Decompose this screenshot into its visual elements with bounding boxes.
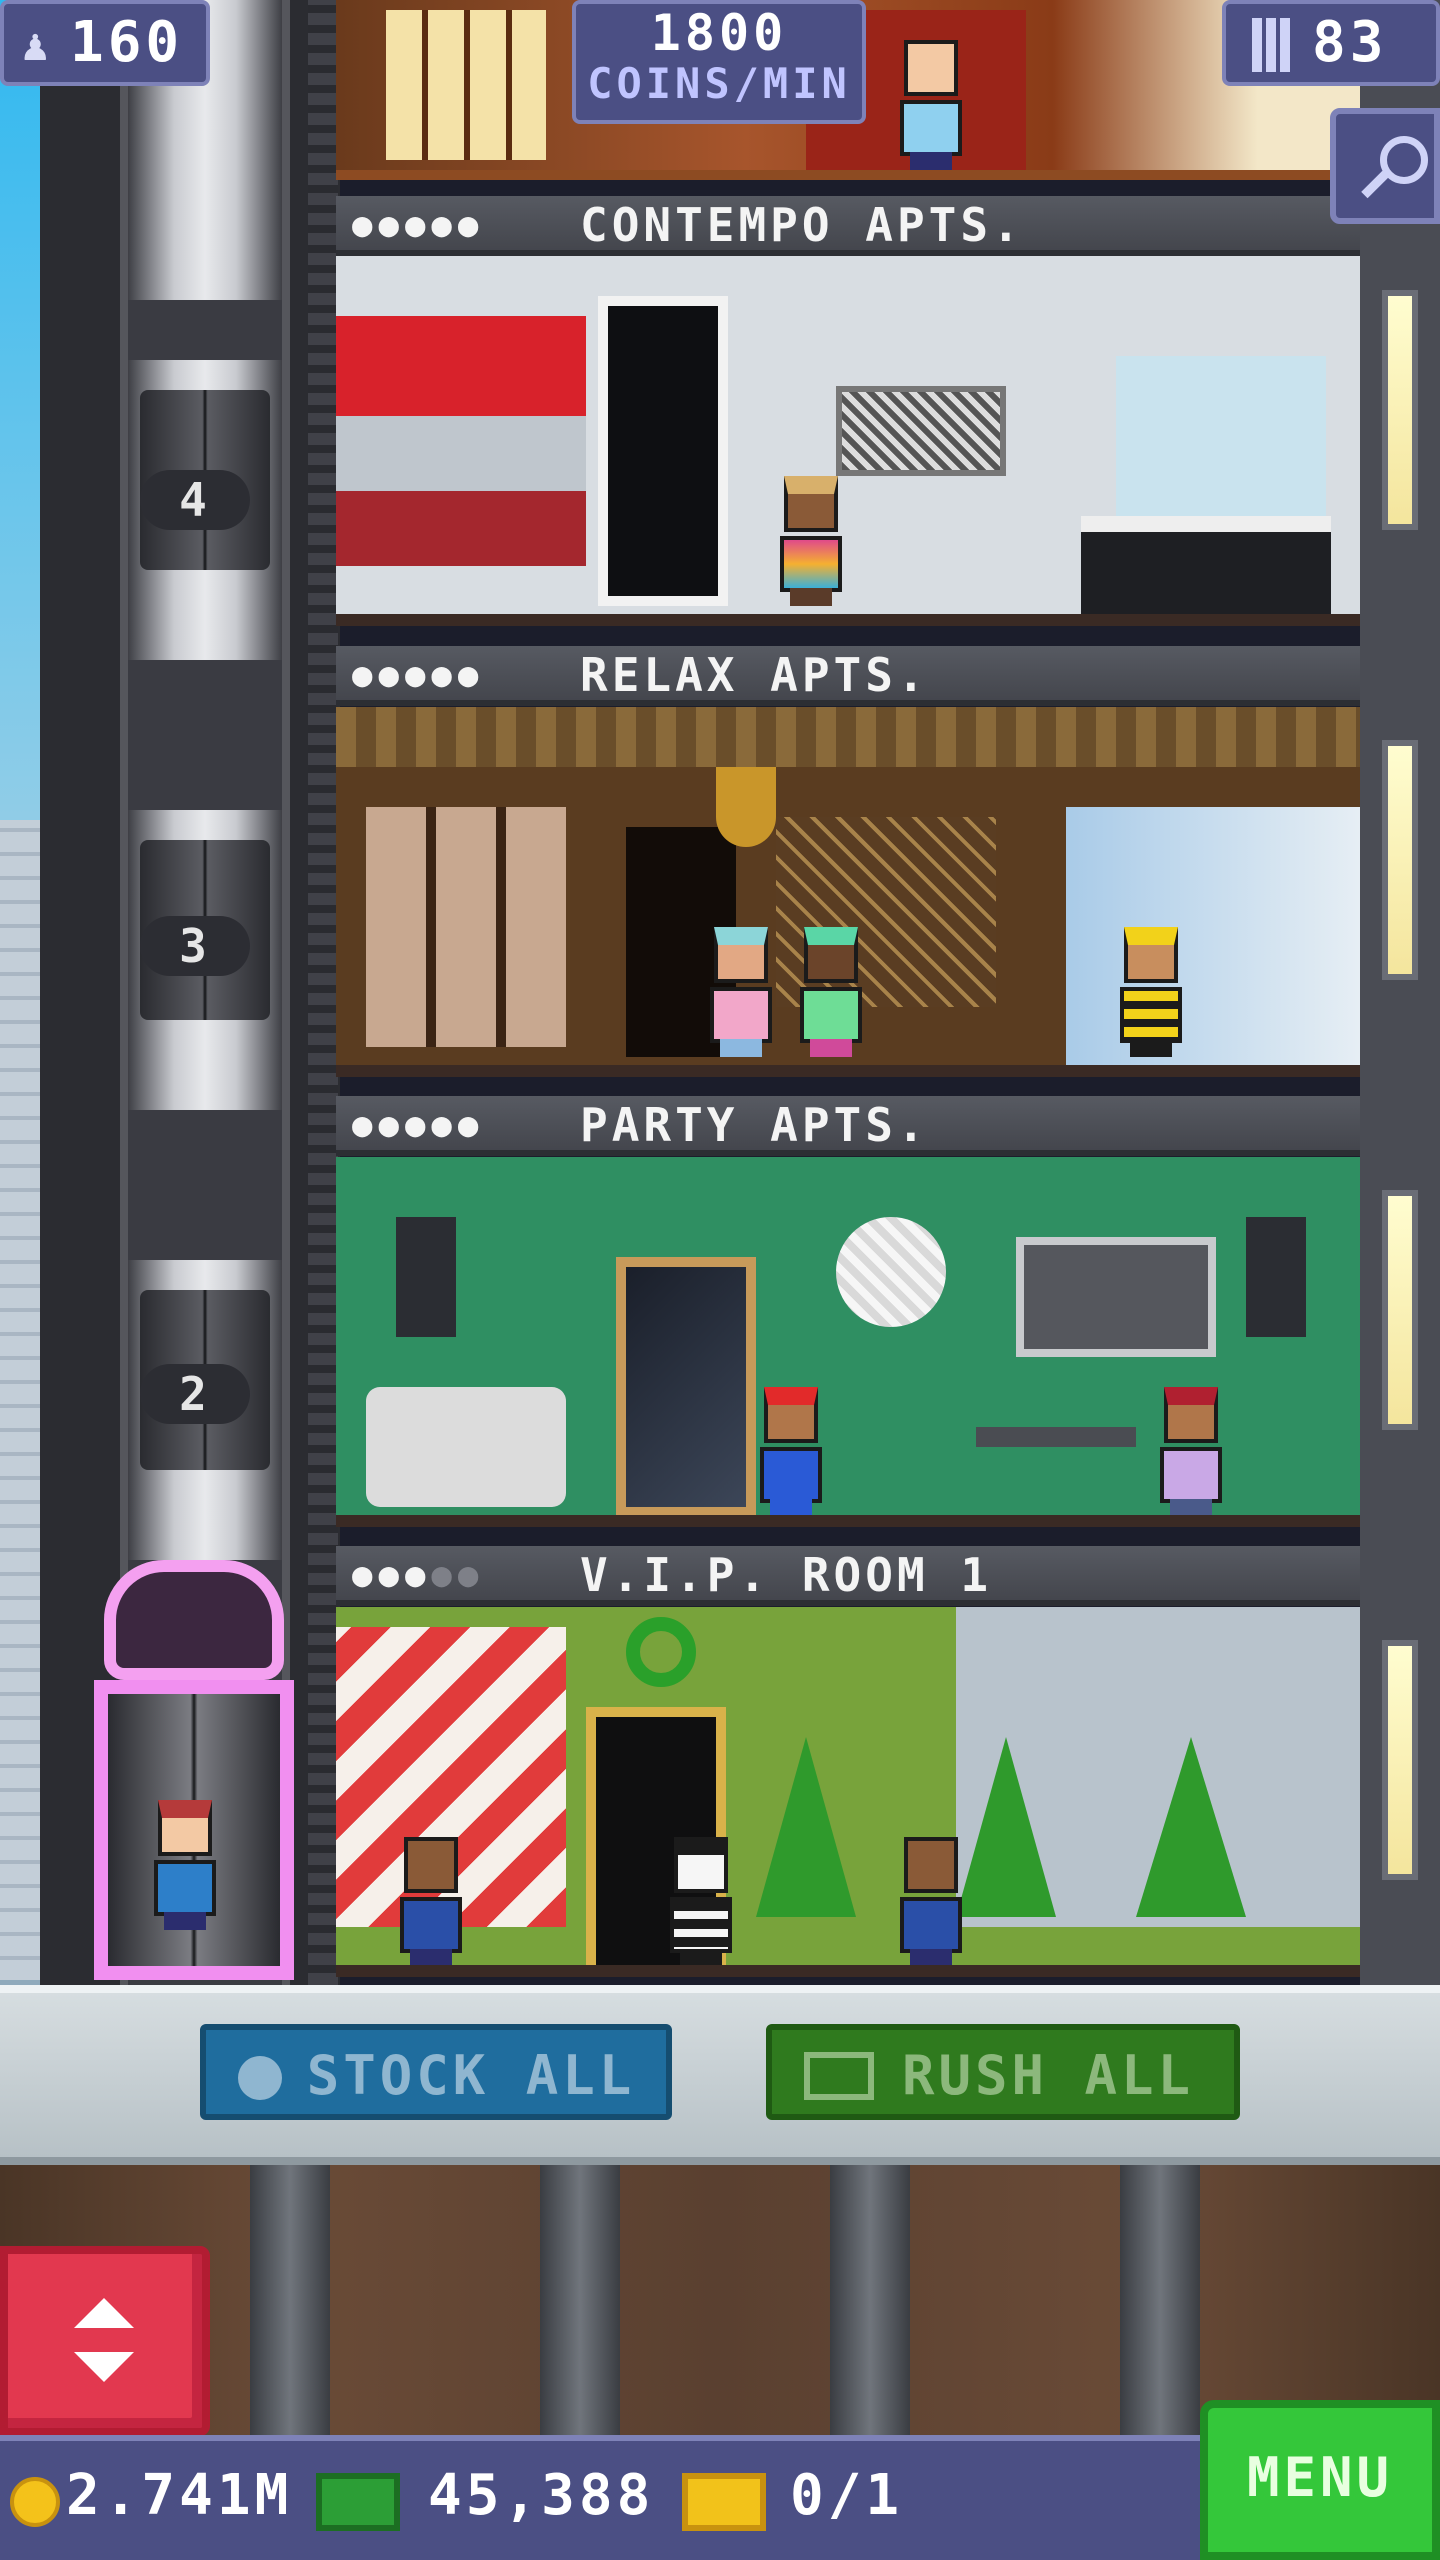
floor-counter[interactable]: 83: [1222, 0, 1440, 86]
person-icon: ♟: [22, 20, 53, 71]
vip-elevator-car[interactable]: [94, 1560, 294, 1980]
resident[interactable]: [776, 476, 846, 606]
building-icon: [1252, 18, 1294, 72]
resident[interactable]: [1156, 1387, 1226, 1515]
golden-ticket-icon: [682, 2473, 766, 2531]
resident[interactable]: [796, 927, 866, 1057]
floor-banner[interactable]: ●●●●● RELAX APTS.: [336, 646, 1360, 706]
tower-bux-icon: [316, 2473, 400, 2531]
floor-rating: ●●●●●: [352, 205, 485, 245]
resident[interactable]: [896, 1837, 966, 1965]
floor-rating: ●●●●●: [352, 655, 485, 695]
resident[interactable]: [396, 1837, 466, 1965]
floor-banner[interactable]: ●●●●● PARTY APTS.: [336, 1096, 1360, 1156]
floor-room-contempo[interactable]: [336, 256, 1360, 626]
elevator-floor-number: 4: [140, 470, 250, 530]
search-button[interactable]: [1330, 108, 1440, 224]
bux-value: 45,388: [428, 2463, 655, 2528]
stock-all-button[interactable]: STOCK ALL: [200, 2024, 672, 2120]
elevator-operator: [150, 1800, 220, 1930]
income-value: 1800: [650, 4, 788, 62]
wall-window: [1382, 290, 1418, 530]
elevator-rail: [308, 0, 338, 1985]
coins-value: 2.741M: [66, 2463, 293, 2528]
floor-room-relax[interactable]: [336, 707, 1360, 1077]
lobby-pillar: [250, 2165, 330, 2435]
floor-rating: ●●●●●: [352, 1105, 485, 1145]
wall-window: [1382, 1190, 1418, 1430]
elevator-arrows-icon: [64, 2298, 144, 2388]
elevator-floor-number: 3: [140, 916, 250, 976]
resident[interactable]: [666, 1837, 736, 1965]
population-counter[interactable]: ♟ 160: [0, 0, 210, 86]
lobby-floor: [0, 2165, 1440, 2435]
lobby-pillar: [830, 2165, 910, 2435]
resident[interactable]: [1116, 927, 1186, 1057]
clock-icon: [238, 2056, 282, 2100]
floor-name: CONTEMPO APTS.: [580, 198, 1024, 252]
income-display: 1800 COINS/MIN: [572, 0, 866, 124]
floor-banner[interactable]: ●●●●● V.I.P. ROOM 1: [336, 1546, 1360, 1606]
city-background: [0, 820, 40, 1980]
stock-all-label: STOCK ALL: [306, 2044, 636, 2107]
magnifier-handle: [1361, 170, 1389, 199]
resident[interactable]: [706, 927, 776, 1057]
lobby-pillar: [1120, 2165, 1200, 2435]
cash-icon: [804, 2052, 874, 2100]
floor-count-value: 83: [1312, 10, 1388, 75]
floor-room-vip[interactable]: [336, 1607, 1360, 1977]
floor-banner[interactable]: ●●●●● CONTEMPO APTS.: [336, 196, 1360, 256]
wall-window: [1382, 740, 1418, 980]
floor-name: V.I.P. ROOM 1: [580, 1548, 993, 1602]
coin-icon: [10, 2477, 60, 2527]
tickets-value: 0/1: [790, 2463, 904, 2528]
lobby-pillar: [540, 2165, 620, 2435]
resident[interactable]: [896, 40, 966, 170]
floor-rating: ●●●●●: [352, 1555, 485, 1595]
floor-name: PARTY APTS.: [580, 1098, 929, 1152]
elevator-floor-number: 2: [140, 1364, 250, 1424]
wall-window: [1382, 1640, 1418, 1880]
bow-icon: [104, 1560, 284, 1680]
income-unit: COINS/MIN: [587, 59, 851, 108]
floor-room-party[interactable]: [336, 1157, 1360, 1527]
rush-all-button[interactable]: RUSH ALL: [766, 2024, 1240, 2120]
menu-button[interactable]: MENU: [1200, 2400, 1440, 2560]
population-value: 160: [70, 10, 184, 75]
resident[interactable]: [756, 1387, 826, 1515]
floor-name: RELAX APTS.: [580, 648, 929, 702]
elevator-button[interactable]: [0, 2246, 210, 2436]
